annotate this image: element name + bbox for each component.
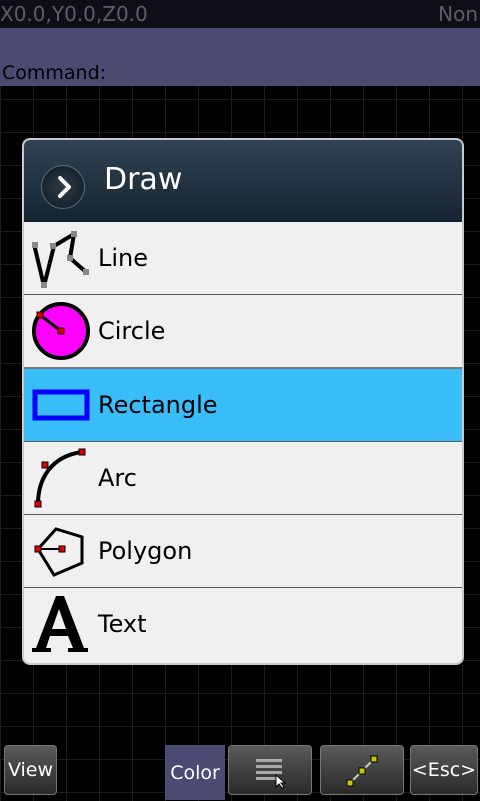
menu-item-circle[interactable]: Circle [24,294,462,367]
snap-line-icon [342,755,382,786]
menu-item-rectangle[interactable]: Rectangle [24,367,462,441]
layers-button[interactable] [228,745,312,795]
polygon-icon [30,521,90,581]
esc-button[interactable]: <Esc> [410,745,478,795]
menu-item-line[interactable]: Line [24,222,462,294]
snap-mode-label: Non [438,2,478,26]
command-panel[interactable]: Command: [0,28,480,86]
menu-item-label: Rectangle [98,391,218,419]
status-bar: X0.0,Y0.0,Z0.0 Non [0,0,480,28]
menu-item-label: Text [98,610,147,638]
color-button-label: Color [170,762,220,784]
circle-icon [30,301,90,361]
chevron-right-icon [41,165,85,209]
menu-item-label: Line [98,244,149,272]
bottom-toolbar: View Color <Esc> [0,745,480,800]
command-prompt: Command: [2,62,107,84]
menu-item-polygon[interactable]: Polygon [24,514,462,587]
text-icon [30,594,90,654]
menu-item-arc[interactable]: Arc [24,441,462,514]
menu-item-label: Polygon [98,537,193,565]
esc-button-label: <Esc> [411,759,477,781]
draw-dialog: Draw Line Circle Rectangle Arc Polygon T… [22,138,464,665]
menu-item-text[interactable]: Text [24,587,462,660]
color-button[interactable]: Color [165,745,225,800]
line-icon [30,228,90,288]
view-button-label: View [7,759,54,781]
coordinate-readout: X0.0,Y0.0,Z0.0 [0,2,148,26]
menu-item-label: Circle [98,317,166,345]
menu-item-label: Arc [98,464,137,492]
view-button[interactable]: View [4,745,57,795]
arc-icon [30,448,90,508]
dialog-title: Draw [104,162,183,197]
rectangle-icon [30,375,90,435]
snap-button[interactable] [320,745,404,795]
layers-icon [250,758,290,789]
dialog-header: Draw [24,140,462,222]
